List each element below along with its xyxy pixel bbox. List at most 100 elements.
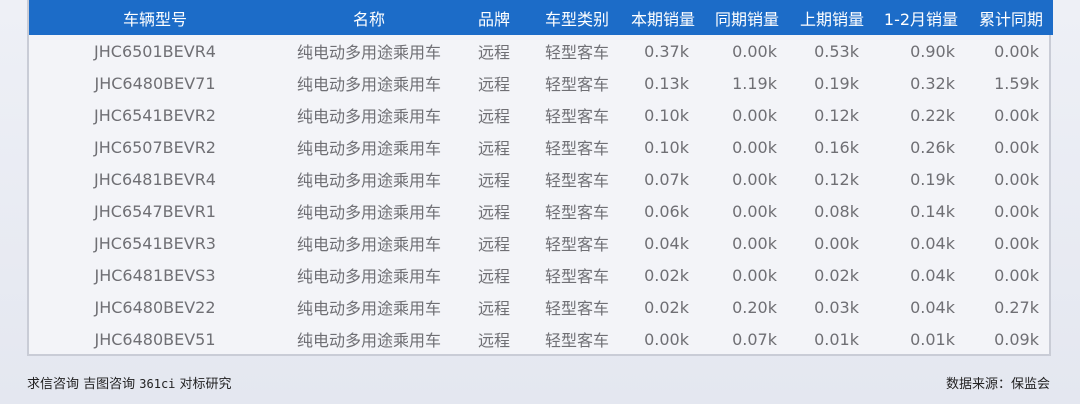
cell-model: JHC6541BEVR3 <box>94 233 216 253</box>
header-model[interactable]: 车辆型号 <box>29 0 281 35</box>
cell-cumulative-yoy: 0.00k <box>994 105 1039 125</box>
cell-previous-sales: 0.16k <box>814 137 859 157</box>
cell-brand: 远程 <box>477 203 510 222</box>
header-brand[interactable]: 品牌 <box>457 0 531 35</box>
cell-cumulative-yoy: 0.27k <box>994 297 1039 317</box>
cell-cumulative-yoy: 0.00k <box>994 169 1039 189</box>
cell-category: 轻型客车 <box>544 139 609 158</box>
footer-credits-text-2: 对标研究 <box>175 377 232 392</box>
cell-brand: 远程 <box>477 171 510 190</box>
footer-credits-code: 361ci <box>139 377 176 391</box>
table-row: JHC6480BEV51 纯电动多用途乘用车 远程 轻型客车 0.00k 0.07k 0.0… <box>29 323 1053 355</box>
cell-name: 纯电动多用途乘用车 <box>296 331 441 350</box>
cell-brand: 远程 <box>477 331 510 350</box>
cell-yoy-sales: 0.00k <box>732 41 777 61</box>
cell-current-sales: 0.02k <box>644 297 689 317</box>
table-row: JHC6541BEVR3 纯电动多用途乘用车 远程 轻型客车 0.04k 0.00k 0.0… <box>29 227 1053 259</box>
cell-jan-feb-sales: 0.32k <box>910 73 955 93</box>
cell-current-sales: 0.06k <box>644 201 689 221</box>
cell-jan-feb-sales: 0.90k <box>910 41 955 61</box>
cell-current-sales: 0.00k <box>644 329 689 349</box>
cell-previous-sales: 0.19k <box>814 73 859 93</box>
table-row: JHC6507BEVR2 纯电动多用途乘用车 远程 轻型客车 0.10k 0.00k 0.1… <box>29 131 1053 163</box>
cell-model: JHC6507BEVR2 <box>94 137 216 157</box>
sales-table: 车辆型号 名称 品牌 车型类别 本期销量 同期销量 上期销量 1-2月销量 累计… <box>29 0 1053 355</box>
cell-yoy-sales: 0.00k <box>732 169 777 189</box>
cell-category: 轻型客车 <box>544 267 609 286</box>
table-row: JHC6541BEVR2 纯电动多用途乘用车 远程 轻型客车 0.10k 0.00k 0.1… <box>29 99 1053 131</box>
cell-model: JHC6501BEVR4 <box>94 41 216 61</box>
cell-model: JHC6480BEV22 <box>94 297 216 317</box>
cell-name: 纯电动多用途乘用车 <box>296 235 441 254</box>
footer-data-source: 数据来源：保监会 <box>945 377 1050 392</box>
header-category[interactable]: 车型类别 <box>531 0 623 35</box>
cell-category: 轻型客车 <box>544 171 609 190</box>
header-jan-feb-sales[interactable]: 1-2月销量 <box>873 0 969 35</box>
cell-current-sales: 0.10k <box>644 105 689 125</box>
cell-yoy-sales: 1.19k <box>732 73 777 93</box>
cell-yoy-sales: 0.00k <box>732 137 777 157</box>
table-row: JHC6480BEV71 纯电动多用途乘用车 远程 轻型客车 0.13k 1.19k 0.1… <box>29 67 1053 99</box>
sales-table-container: 车辆型号 名称 品牌 车型类别 本期销量 同期销量 上期销量 1-2月销量 累计… <box>27 0 1053 356</box>
table-row: JHC6501BEVR4 纯电动多用途乘用车 远程 轻型客车 0.37k 0.00k 0.5… <box>29 35 1053 67</box>
cell-model: JHC6481BEVS3 <box>94 265 216 285</box>
cell-previous-sales: 0.12k <box>814 105 859 125</box>
cell-category: 轻型客车 <box>544 107 609 126</box>
cell-brand: 远程 <box>477 235 510 254</box>
header-cumulative-yoy[interactable]: 累计同期 <box>969 0 1053 35</box>
table-row: JHC6547BEVR1 纯电动多用途乘用车 远程 轻型客车 0.06k 0.00k 0.0… <box>29 195 1053 227</box>
cell-category: 轻型客车 <box>544 43 609 62</box>
cell-category: 轻型客车 <box>544 75 609 94</box>
cell-cumulative-yoy: 1.59k <box>994 73 1039 93</box>
cell-cumulative-yoy: 0.00k <box>994 233 1039 253</box>
cell-previous-sales: 0.08k <box>814 201 859 221</box>
cell-previous-sales: 0.53k <box>814 41 859 61</box>
cell-jan-feb-sales: 0.04k <box>910 297 955 317</box>
header-yoy-sales[interactable]: 同期销量 <box>703 0 791 35</box>
cell-brand: 远程 <box>477 139 510 158</box>
table-row: JHC6481BEVR4 纯电动多用途乘用车 远程 轻型客车 0.07k 0.00k 0.1… <box>29 163 1053 195</box>
table-body: JHC6501BEVR4 纯电动多用途乘用车 远程 轻型客车 0.37k 0.00k 0.5… <box>29 35 1053 355</box>
cell-name: 纯电动多用途乘用车 <box>296 299 441 318</box>
cell-name: 纯电动多用途乘用车 <box>296 171 441 190</box>
cell-current-sales: 0.13k <box>644 73 689 93</box>
cell-cumulative-yoy: 0.00k <box>994 41 1039 61</box>
header-name[interactable]: 名称 <box>281 0 457 35</box>
cell-cumulative-yoy: 0.09k <box>994 329 1039 349</box>
table-header-row: 车辆型号 名称 品牌 车型类别 本期销量 同期销量 上期销量 1-2月销量 累计… <box>29 0 1053 35</box>
cell-previous-sales: 0.01k <box>814 329 859 349</box>
cell-brand: 远程 <box>477 299 510 318</box>
cell-model: JHC6480BEV51 <box>94 329 216 349</box>
cell-cumulative-yoy: 0.00k <box>994 201 1039 221</box>
cell-current-sales: 0.07k <box>644 169 689 189</box>
cell-name: 纯电动多用途乘用车 <box>296 267 441 286</box>
cell-brand: 远程 <box>477 75 510 94</box>
cell-yoy-sales: 0.20k <box>732 297 777 317</box>
cell-previous-sales: 0.03k <box>814 297 859 317</box>
cell-name: 纯电动多用途乘用车 <box>296 107 441 126</box>
cell-jan-feb-sales: 0.01k <box>910 329 955 349</box>
cell-yoy-sales: 0.00k <box>732 105 777 125</box>
cell-jan-feb-sales: 0.26k <box>910 137 955 157</box>
cell-name: 纯电动多用途乘用车 <box>296 203 441 222</box>
cell-current-sales: 0.10k <box>644 137 689 157</box>
footer-credits: 求信咨询 吉图咨询 361ci 对标研究 <box>27 373 232 392</box>
cell-cumulative-yoy: 0.00k <box>994 137 1039 157</box>
cell-previous-sales: 0.02k <box>814 265 859 285</box>
cell-name: 纯电动多用途乘用车 <box>296 139 441 158</box>
table-row: JHC6480BEV22 纯电动多用途乘用车 远程 轻型客车 0.02k 0.20k 0.0… <box>29 291 1053 323</box>
header-current-sales[interactable]: 本期销量 <box>623 0 703 35</box>
cell-model: JHC6480BEV71 <box>94 73 216 93</box>
cell-yoy-sales: 0.00k <box>732 233 777 253</box>
table-row: JHC6481BEVS3 纯电动多用途乘用车 远程 轻型客车 0.02k 0.00k 0.0… <box>29 259 1053 291</box>
cell-current-sales: 0.02k <box>644 265 689 285</box>
cell-brand: 远程 <box>477 267 510 286</box>
cell-category: 轻型客车 <box>544 331 609 350</box>
header-previous-sales[interactable]: 上期销量 <box>791 0 873 35</box>
cell-previous-sales: 0.00k <box>814 233 859 253</box>
cell-category: 轻型客车 <box>544 235 609 254</box>
cell-jan-feb-sales: 0.04k <box>910 265 955 285</box>
cell-category: 轻型客车 <box>544 203 609 222</box>
cell-jan-feb-sales: 0.04k <box>910 233 955 253</box>
cell-brand: 远程 <box>477 43 510 62</box>
